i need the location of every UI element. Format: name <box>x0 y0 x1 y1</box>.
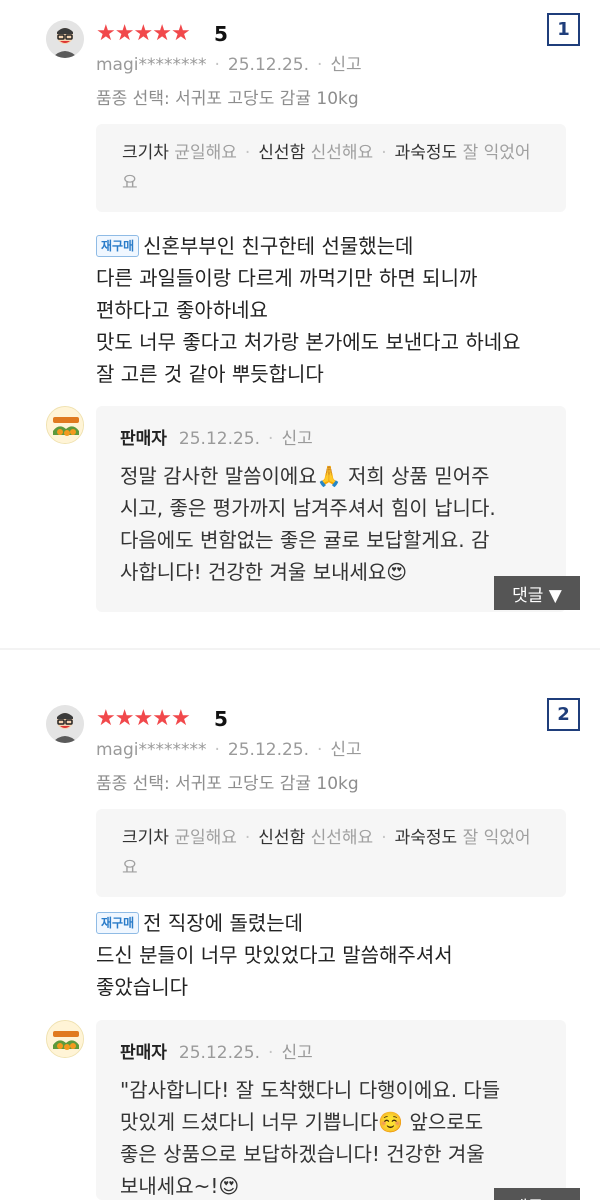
reply-body: 정말 감사한 말씀이에요🙏 저희 상품 믿어주 시고, 좋은 평가까지 남겨주셔… <box>120 460 550 588</box>
attr-key: 크기차 <box>122 143 169 163</box>
review-line: 편하다고 좋아하네요 <box>96 298 268 322</box>
seller-reply: 판매자 25.12.25. · 신고 "감사합니다! 잘 도착했다니 다행이에요. 다… <box>96 1020 566 1200</box>
reply-header: 판매자 25.12.25. · 신고 <box>120 429 313 449</box>
star-icon: ★ <box>152 21 172 46</box>
star-icon: ★ <box>96 21 116 46</box>
attr-value: 신선해요 <box>310 828 374 848</box>
star-icon: ★ <box>133 706 153 731</box>
seller-logo-icon <box>46 406 84 444</box>
star-icon: ★ <box>96 706 116 731</box>
report-link[interactable]: 신고 <box>330 740 361 760</box>
seller-logo-icon <box>46 1020 84 1058</box>
reply-line: 사합니다! 건강한 겨울 보내세요😍 <box>120 560 408 584</box>
attr-key: 크기차 <box>122 828 169 848</box>
reply-date: 25.12.25. <box>178 1043 261 1063</box>
reply-line: 정말 감사한 말씀이에요🙏 저희 상품 믿어주 <box>120 464 490 488</box>
report-link[interactable]: 신고 <box>330 55 361 75</box>
reply-header: 판매자 25.12.25. · 신고 <box>120 1043 313 1063</box>
star-icon: ★ <box>133 21 153 46</box>
rating-score: 5 <box>214 22 228 46</box>
attr-key: 신선함 <box>258 143 306 163</box>
attribute-summary: 크기차 균일해요 · 신선함 신선해요 · 과숙정도 잘 익었어요 <box>96 809 566 897</box>
reply-line: 좋은 상품으로 보답하겠습니다! 건강한 겨울 <box>120 1142 485 1166</box>
comment-toggle-button[interactable]: 댓글 ▼ <box>494 576 580 610</box>
reply-report-link[interactable]: 신고 <box>281 429 312 449</box>
review-line: 다른 과일들이랑 다르게 까먹기만 하면 되니까 <box>96 266 478 290</box>
review-line: 좋았습니다 <box>96 975 188 999</box>
star-icon: ★ <box>152 706 172 731</box>
review-number-badge: 2 <box>547 698 580 731</box>
attr-value: 신선해요 <box>310 143 374 163</box>
reply-date: 25.12.25. <box>178 429 261 449</box>
product-option: 품종 선택: 서귀포 고당도 감귤 10kg <box>96 89 359 109</box>
reviewer-id: magi******** <box>96 55 207 75</box>
review-body: 재구매 전 직장에 돌렸는데 드신 분들이 너무 맛있었다고 말씀해주셔서 좋았습… <box>96 907 586 1003</box>
reply-line: "감사합니다! 잘 도착했다니 다행이에요. 다들 <box>120 1078 501 1102</box>
attribute-summary: 크기차 균일해요 · 신선함 신선해요 · 과숙정도 잘 익었어요 <box>96 124 566 212</box>
comment-toggle-button[interactable]: 댓글 ▼ <box>494 1188 580 1200</box>
rating-score: 5 <box>214 707 228 731</box>
rating-stars: ★★★★★ <box>96 706 191 732</box>
repurchase-badge: 재구매 <box>96 912 140 934</box>
review-body: 재구매 신혼부부인 친구한테 선물했는데 다른 과일들이랑 다르게 까먹기만 하면… <box>96 230 586 390</box>
attr-key: 과숙정도 <box>394 143 458 163</box>
review-date: 25.12.25. <box>227 55 310 75</box>
rating-stars: ★★★★★ <box>96 21 191 47</box>
reply-body: "감사합니다! 잘 도착했다니 다행이에요. 다들 맛있게 드셨다니 너무 기쁩… <box>120 1074 550 1200</box>
attr-value: 균일해요 <box>174 828 237 848</box>
review-date: 25.12.25. <box>227 740 310 760</box>
reply-author: 판매자 <box>120 429 167 449</box>
reply-line: 다음에도 변함없는 좋은 귤로 보답할게요. 감 <box>120 528 490 552</box>
review-meta: magi******** · 25.12.25. · 신고 <box>96 740 362 760</box>
reply-line: 시고, 좋은 평가까지 남겨주셔서 힘이 납니다. <box>120 496 496 520</box>
attr-value: 균일해요 <box>174 143 237 163</box>
reply-author: 판매자 <box>120 1043 167 1063</box>
product-option: 품종 선택: 서귀포 고당도 감귤 10kg <box>96 774 359 794</box>
star-icon: ★ <box>114 21 135 46</box>
review-line: 드신 분들이 너무 맛있었다고 말씀해주셔서 <box>96 943 453 967</box>
review-number-badge: 1 <box>547 13 580 46</box>
user-avatar-icon[interactable] <box>46 20 84 58</box>
star-icon: ★ <box>170 21 191 46</box>
review-line: 잘 고른 것 같아 뿌듯합니다 <box>96 362 324 386</box>
review-line: 재구매 전 직장에 돌렸는데 <box>96 907 586 939</box>
reviewer-id: magi******** <box>96 740 207 760</box>
user-avatar-icon[interactable] <box>46 705 84 743</box>
star-icon: ★ <box>170 706 191 731</box>
attr-key: 신선함 <box>258 828 306 848</box>
reply-report-link[interactable]: 신고 <box>281 1043 312 1063</box>
review-line: 맛도 너무 좋다고 처가랑 본가에도 보낸다고 하네요 <box>96 330 521 354</box>
reply-line: 보내세요~!😍 <box>120 1174 240 1198</box>
reply-line: 맛있게 드셨다니 너무 기쁩니다☺️ 앞으로도 <box>120 1110 484 1134</box>
review-line: 재구매 신혼부부인 친구한테 선물했는데 <box>96 230 586 262</box>
review-divider <box>0 648 600 650</box>
star-icon: ★ <box>114 706 135 731</box>
review-meta: magi******** · 25.12.25. · 신고 <box>96 55 362 75</box>
repurchase-badge: 재구매 <box>96 235 140 257</box>
attr-key: 과숙정도 <box>394 828 458 848</box>
